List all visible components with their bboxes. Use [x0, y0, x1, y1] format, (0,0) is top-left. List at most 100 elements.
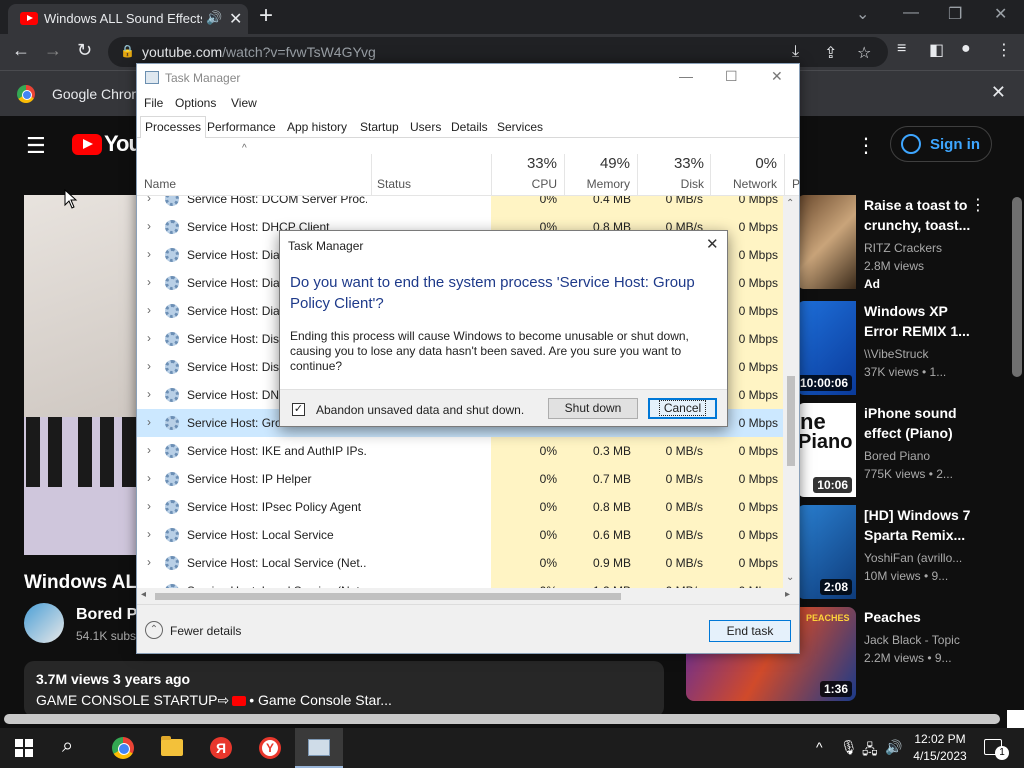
- column-memory[interactable]: Memory: [567, 177, 630, 191]
- taskbar-file-explorer[interactable]: [148, 728, 196, 768]
- recommendation-thumbnail[interactable]: 10:00:06: [798, 301, 856, 395]
- process-list-scroll-thumb[interactable]: [787, 376, 795, 466]
- tab-audio-icon[interactable]: 🔊: [206, 10, 222, 26]
- new-tab-button[interactable]: +: [259, 3, 273, 29]
- menu-options[interactable]: Options: [175, 96, 216, 110]
- tab-performance[interactable]: Performance: [203, 119, 280, 138]
- network-icon[interactable]: 🖧: [862, 739, 878, 763]
- tab-services[interactable]: Services: [493, 119, 547, 138]
- bookmark-star-icon[interactable]: ☆: [857, 43, 871, 63]
- recommendation-menu-icon[interactable]: ⋮: [970, 195, 986, 215]
- back-arrow-icon[interactable]: ←: [12, 40, 30, 61]
- recommendation-title[interactable]: Raise a toast to crunchy, toast...: [864, 195, 974, 235]
- task-manager-titlebar[interactable]: Task Manager — ☐ ✕: [137, 64, 799, 92]
- disk-percent[interactable]: 33%: [647, 155, 704, 172]
- expand-chevron-icon[interactable]: ›: [147, 196, 151, 205]
- lock-icon[interactable]: 🔒: [120, 44, 135, 58]
- side-panel-icon[interactable]: ◧: [929, 40, 944, 60]
- recommendation-title[interactable]: Peaches: [864, 607, 974, 627]
- column-separator[interactable]: [491, 154, 492, 196]
- tab-details[interactable]: Details: [447, 119, 492, 138]
- column-status[interactable]: Status: [377, 177, 411, 191]
- shut-down-button[interactable]: Shut down: [548, 398, 638, 419]
- recommendation-thumbnail[interactable]: ne Piano 10:06: [798, 403, 856, 497]
- windows-start-icon[interactable]: [15, 739, 33, 757]
- tm-minimize-icon[interactable]: —: [679, 68, 693, 84]
- scroll-up-icon[interactable]: ⌃: [786, 198, 794, 209]
- menu-file[interactable]: File: [144, 96, 163, 110]
- tab-close-icon[interactable]: ✕: [229, 9, 242, 29]
- abandon-data-label[interactable]: Abandon unsaved data and shut down.: [316, 403, 524, 417]
- page-vertical-scrollbar[interactable]: [1010, 117, 1024, 715]
- search-icon[interactable]: ⌕: [62, 735, 73, 758]
- expand-chevron-icon[interactable]: ›: [147, 331, 151, 345]
- window-minimize-icon[interactable]: —: [903, 4, 919, 22]
- microphone-icon[interactable]: 🎙: [840, 739, 858, 756]
- column-separator[interactable]: [710, 154, 711, 196]
- process-row[interactable]: › Service Host: Local Service 0% 0.6 MB 0 MB…: [137, 521, 783, 549]
- window-close-icon[interactable]: ✕: [994, 4, 1007, 24]
- volume-icon[interactable]: 🔊: [885, 739, 902, 756]
- tab-app-history[interactable]: App history: [283, 119, 351, 138]
- forward-arrow-icon[interactable]: →: [44, 40, 62, 61]
- profile-icon[interactable]: ●: [961, 40, 971, 58]
- column-cpu[interactable]: CPU: [507, 177, 557, 191]
- fewer-details-link[interactable]: Fewer details: [170, 624, 241, 638]
- infobar-close-icon[interactable]: ✕: [991, 82, 1006, 103]
- column-separator[interactable]: [371, 154, 372, 196]
- expand-chevron-icon[interactable]: ›: [147, 387, 151, 401]
- recommendation-title[interactable]: Windows XP Error REMIX 1...: [864, 301, 974, 341]
- tm-maximize-icon[interactable]: ☐: [725, 68, 738, 85]
- process-row[interactable]: › Service Host: IP Helper 0% 0.7 MB 0 MB/s 0 …: [137, 465, 783, 493]
- install-app-icon[interactable]: ⤓: [792, 43, 799, 61]
- recommendation-title[interactable]: iPhone sound effect (Piano): [864, 403, 974, 443]
- column-name[interactable]: Name: [144, 177, 176, 191]
- media-controls-icon[interactable]: ≡: [897, 40, 906, 58]
- tab-processes[interactable]: Processes: [140, 116, 207, 139]
- expand-chevron-icon[interactable]: ›: [147, 219, 151, 233]
- more-options-icon[interactable]: ⋮: [856, 133, 876, 158]
- reload-icon[interactable]: ↻: [77, 40, 92, 61]
- expand-chevron-icon[interactable]: ›: [147, 527, 151, 541]
- taskbar-yandex-browser[interactable]: Y: [246, 728, 294, 768]
- clock-time[interactable]: 12:02 PM: [912, 732, 968, 746]
- taskbar-task-manager[interactable]: [295, 728, 343, 768]
- cpu-percent[interactable]: 33%: [507, 155, 557, 172]
- menu-view[interactable]: View: [231, 96, 257, 110]
- cancel-button[interactable]: Cancel: [648, 398, 717, 419]
- recommendation-thumbnail[interactable]: [798, 195, 856, 289]
- youtube-logo-icon[interactable]: [72, 134, 102, 155]
- process-row[interactable]: › Service Host: Local Service (Net... 0% 0.…: [137, 549, 783, 577]
- url-text[interactable]: youtube.com/watch?v=fvwTsW4GYvg: [142, 44, 376, 60]
- chrome-menu-icon[interactable]: ⋮: [996, 40, 1012, 60]
- tray-overflow-icon[interactable]: ^: [816, 739, 823, 755]
- expand-chevron-icon[interactable]: ›: [147, 359, 151, 373]
- tab-search-chevron-icon[interactable]: ⌄: [856, 4, 869, 24]
- column-separator[interactable]: [637, 154, 638, 196]
- scroll-right-icon[interactable]: ▸: [785, 589, 790, 600]
- dialog-close-icon[interactable]: ✕: [706, 235, 719, 253]
- hamburger-menu-icon[interactable]: ☰: [26, 133, 46, 159]
- tm-close-icon[interactable]: ✕: [771, 68, 783, 85]
- sign-in-button[interactable]: Sign in: [890, 126, 992, 162]
- process-row[interactable]: › Service Host: IKE and AuthIP IPs... 0% 0.…: [137, 437, 783, 465]
- column-network[interactable]: Network: [717, 177, 777, 191]
- expand-chevron-icon[interactable]: ›: [147, 499, 151, 513]
- expand-chevron-icon[interactable]: ›: [147, 555, 151, 569]
- process-list-horizontal-scrollbar[interactable]: ◂ ▸: [137, 588, 799, 604]
- recommendation-title[interactable]: [HD] Windows 7 Sparta Remix...: [864, 505, 974, 545]
- scroll-down-icon[interactable]: ⌄: [786, 572, 794, 583]
- end-task-button[interactable]: End task: [709, 620, 791, 642]
- expand-chevron-icon[interactable]: ›: [147, 443, 151, 457]
- clock-date[interactable]: 4/15/2023: [912, 749, 968, 763]
- expand-chevron-icon[interactable]: ›: [147, 471, 151, 485]
- abandon-data-checkbox[interactable]: ✓: [292, 403, 305, 416]
- tab-users[interactable]: Users: [406, 119, 445, 138]
- expand-chevron-icon[interactable]: ›: [147, 247, 151, 261]
- expand-chevron-icon[interactable]: ›: [147, 303, 151, 317]
- page-horizontal-scrollbar[interactable]: [4, 714, 1000, 724]
- scroll-left-icon[interactable]: ◂: [141, 589, 146, 600]
- recommendation-thumbnail[interactable]: 2:08: [798, 505, 856, 599]
- process-row[interactable]: ›Service Host: Local Service (Net...0%1.…: [137, 577, 783, 588]
- browser-tab[interactable]: Windows ALL Sound Effects 🔊 ✕: [8, 4, 248, 34]
